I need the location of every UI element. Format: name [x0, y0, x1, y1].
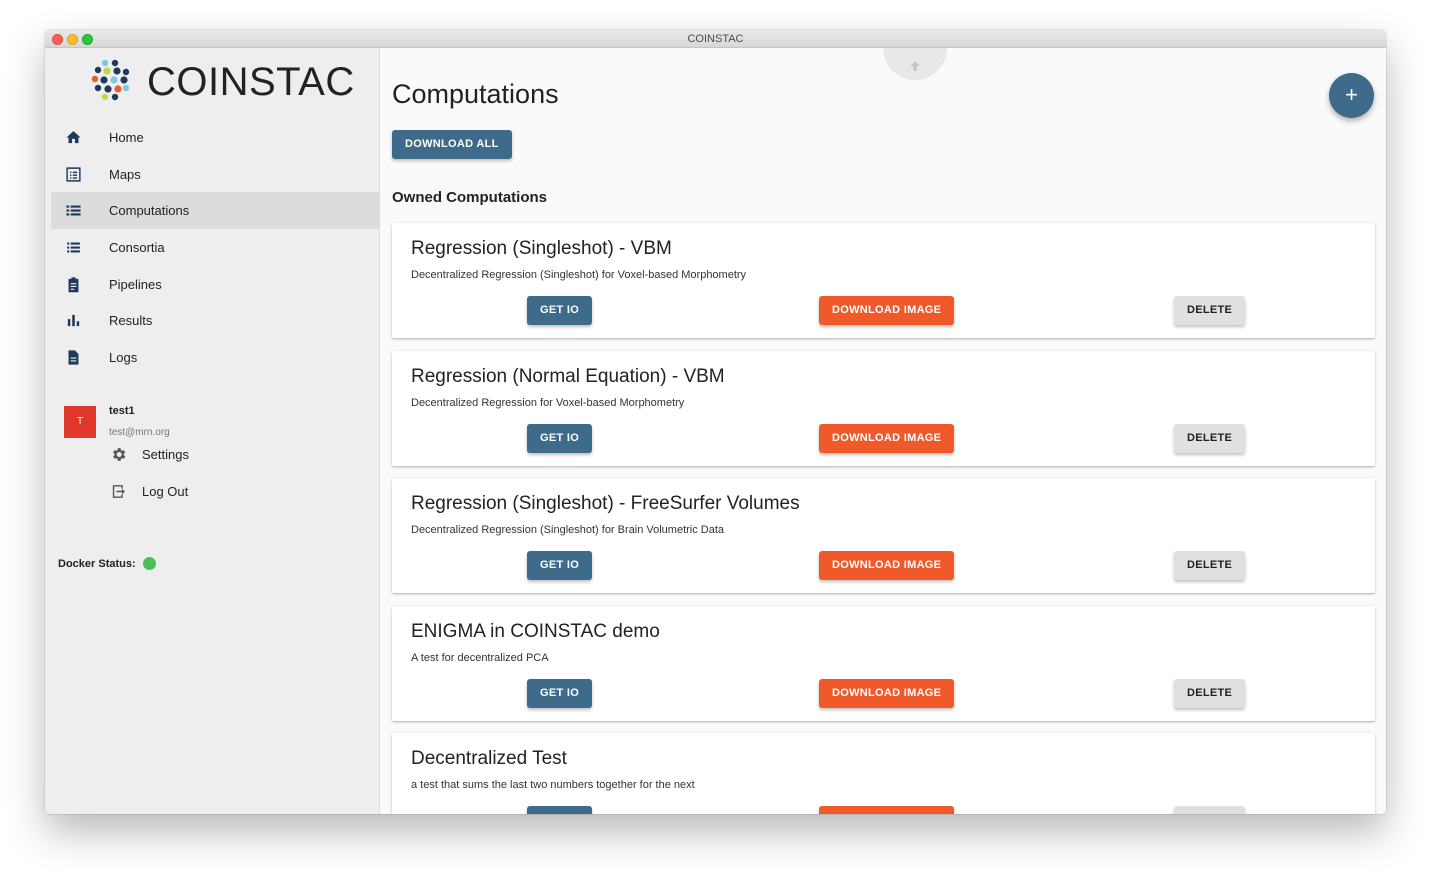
computation-title: Regression (Singleshot) - FreeSurfer Vol… [411, 493, 800, 514]
computation-card: Regression (Normal Equation) - VBM Decen… [392, 350, 1375, 466]
add-computation-button[interactable]: + [1329, 73, 1374, 118]
settings-link[interactable]: Settings [110, 440, 270, 468]
window-close-button[interactable] [52, 34, 63, 45]
get-io-button[interactable]: GET IO [527, 678, 593, 708]
computation-title: Decentralized Test [411, 748, 567, 769]
title-bar: COINSTAC [45, 30, 1386, 48]
sidebar-item-label: Computations [109, 203, 190, 219]
computation-title: ENIGMA in COINSTAC demo [411, 620, 660, 642]
sidebar-item-maps[interactable]: Maps [51, 156, 380, 193]
app-name: COINSTAC [147, 60, 355, 104]
sidebar-item-pipelines[interactable]: Pipelines [51, 266, 380, 303]
sidebar-nav: Home Maps Computations Consortia Pipelin… [51, 119, 380, 376]
logs-icon [68, 350, 79, 365]
computation-description: Decentralized Regression for Voxel-based… [411, 396, 685, 409]
section-title: Owned Computations [392, 189, 547, 206]
sidebar-item-results[interactable]: Results [51, 302, 380, 339]
computation-description: A test for decentralized PCA [411, 651, 549, 664]
logout-icon [112, 484, 125, 498]
get-io-button[interactable]: GET IO [527, 551, 593, 580]
sidebar-item-consortia[interactable]: Consortia [51, 229, 380, 266]
delete-button[interactable]: DELETE [1174, 423, 1246, 453]
computation-card: Regression (Singleshot) - FreeSurfer Vol… [392, 478, 1375, 593]
download-image-button[interactable]: DOWNLOAD IMAGE [819, 423, 955, 453]
delete-button[interactable]: DELETE [1174, 678, 1246, 708]
computation-card: ENIGMA in COINSTAC demo A test for decen… [392, 605, 1375, 721]
sidebar-item-computations[interactable]: Computations [51, 192, 380, 230]
window-title: COINSTAC [687, 33, 744, 45]
user-name: test1 [109, 405, 135, 417]
pipelines-icon [68, 277, 79, 293]
user-panel: T test1 test@mrn.org Settings Log Out [64, 402, 364, 562]
avatar: T [64, 406, 96, 438]
delete-button[interactable]: DELETE [1174, 551, 1246, 580]
download-image-button[interactable]: DOWNLOAD IMAGE [819, 806, 955, 814]
computation-card: Decentralized Test a test that sums the … [392, 733, 1375, 814]
window-minimize-button[interactable] [67, 34, 78, 45]
logout-link[interactable]: Log Out [110, 477, 270, 505]
computation-list: Regression (Singleshot) - VBM Decentrali… [392, 223, 1375, 814]
arrow-up-icon [910, 61, 920, 71]
sidebar-item-label: Logs [109, 349, 138, 365]
download-image-button[interactable]: DOWNLOAD IMAGE [819, 678, 955, 708]
maps-icon [66, 167, 81, 182]
get-io-button[interactable]: GET IO [527, 423, 593, 453]
sidebar-item-label: Results [109, 313, 153, 329]
download-image-button[interactable]: DOWNLOAD IMAGE [819, 296, 955, 325]
app-window: COINSTAC COINSTAC Home Maps Computations… [45, 30, 1386, 814]
page-title: Computations [392, 79, 559, 109]
sidebar-item-label: Home [109, 129, 144, 145]
sidebar: COINSTAC Home Maps Computations Consorti… [45, 48, 380, 814]
sidebar-item-label: Maps [109, 166, 141, 182]
sidebar-item-label: Consortia [109, 239, 165, 255]
home-icon [66, 131, 81, 144]
computation-title: Regression (Normal Equation) - VBM [411, 365, 725, 387]
computation-description: Decentralized Regression (Singleshot) fo… [411, 269, 747, 281]
settings-label: Settings [142, 446, 189, 462]
gear-icon [113, 447, 126, 461]
get-io-button[interactable]: GET IO [527, 806, 593, 814]
download-all-button[interactable]: DOWNLOAD ALL [392, 130, 512, 159]
delete-button[interactable]: DELETE [1174, 296, 1246, 325]
window-maximize-button[interactable] [82, 34, 93, 45]
docker-status-indicator [142, 557, 156, 570]
results-icon [67, 315, 80, 327]
computation-card: Regression (Singleshot) - VBM Decentrali… [392, 223, 1375, 338]
docker-status-label: Docker Status: [58, 557, 136, 570]
user-email: test@mrn.org [109, 427, 170, 438]
computation-description: Decentralized Regression (Singleshot) fo… [411, 524, 725, 536]
computation-description: a test that sums the last two numbers to… [411, 779, 695, 791]
app-logo: COINSTAC [91, 58, 354, 110]
computation-title: Regression (Singleshot) - VBM [411, 238, 672, 259]
sidebar-item-label: Pipelines [109, 276, 162, 292]
scroll-top-button[interactable] [883, 48, 947, 80]
get-io-button[interactable]: GET IO [527, 296, 593, 325]
computations-icon [66, 205, 81, 216]
delete-button[interactable]: DELETE [1174, 806, 1246, 814]
logout-label: Log Out [142, 483, 189, 499]
download-image-button[interactable]: DOWNLOAD IMAGE [819, 551, 955, 580]
docker-status: Docker Status: [58, 557, 156, 570]
main-content: Computations + DOWNLOAD ALL Owned Comput… [381, 48, 1386, 814]
sidebar-item-home[interactable]: Home [51, 119, 380, 156]
consortia-icon [67, 242, 80, 253]
coinstac-logo-icon [91, 59, 130, 101]
sidebar-item-logs[interactable]: Logs [51, 339, 380, 376]
